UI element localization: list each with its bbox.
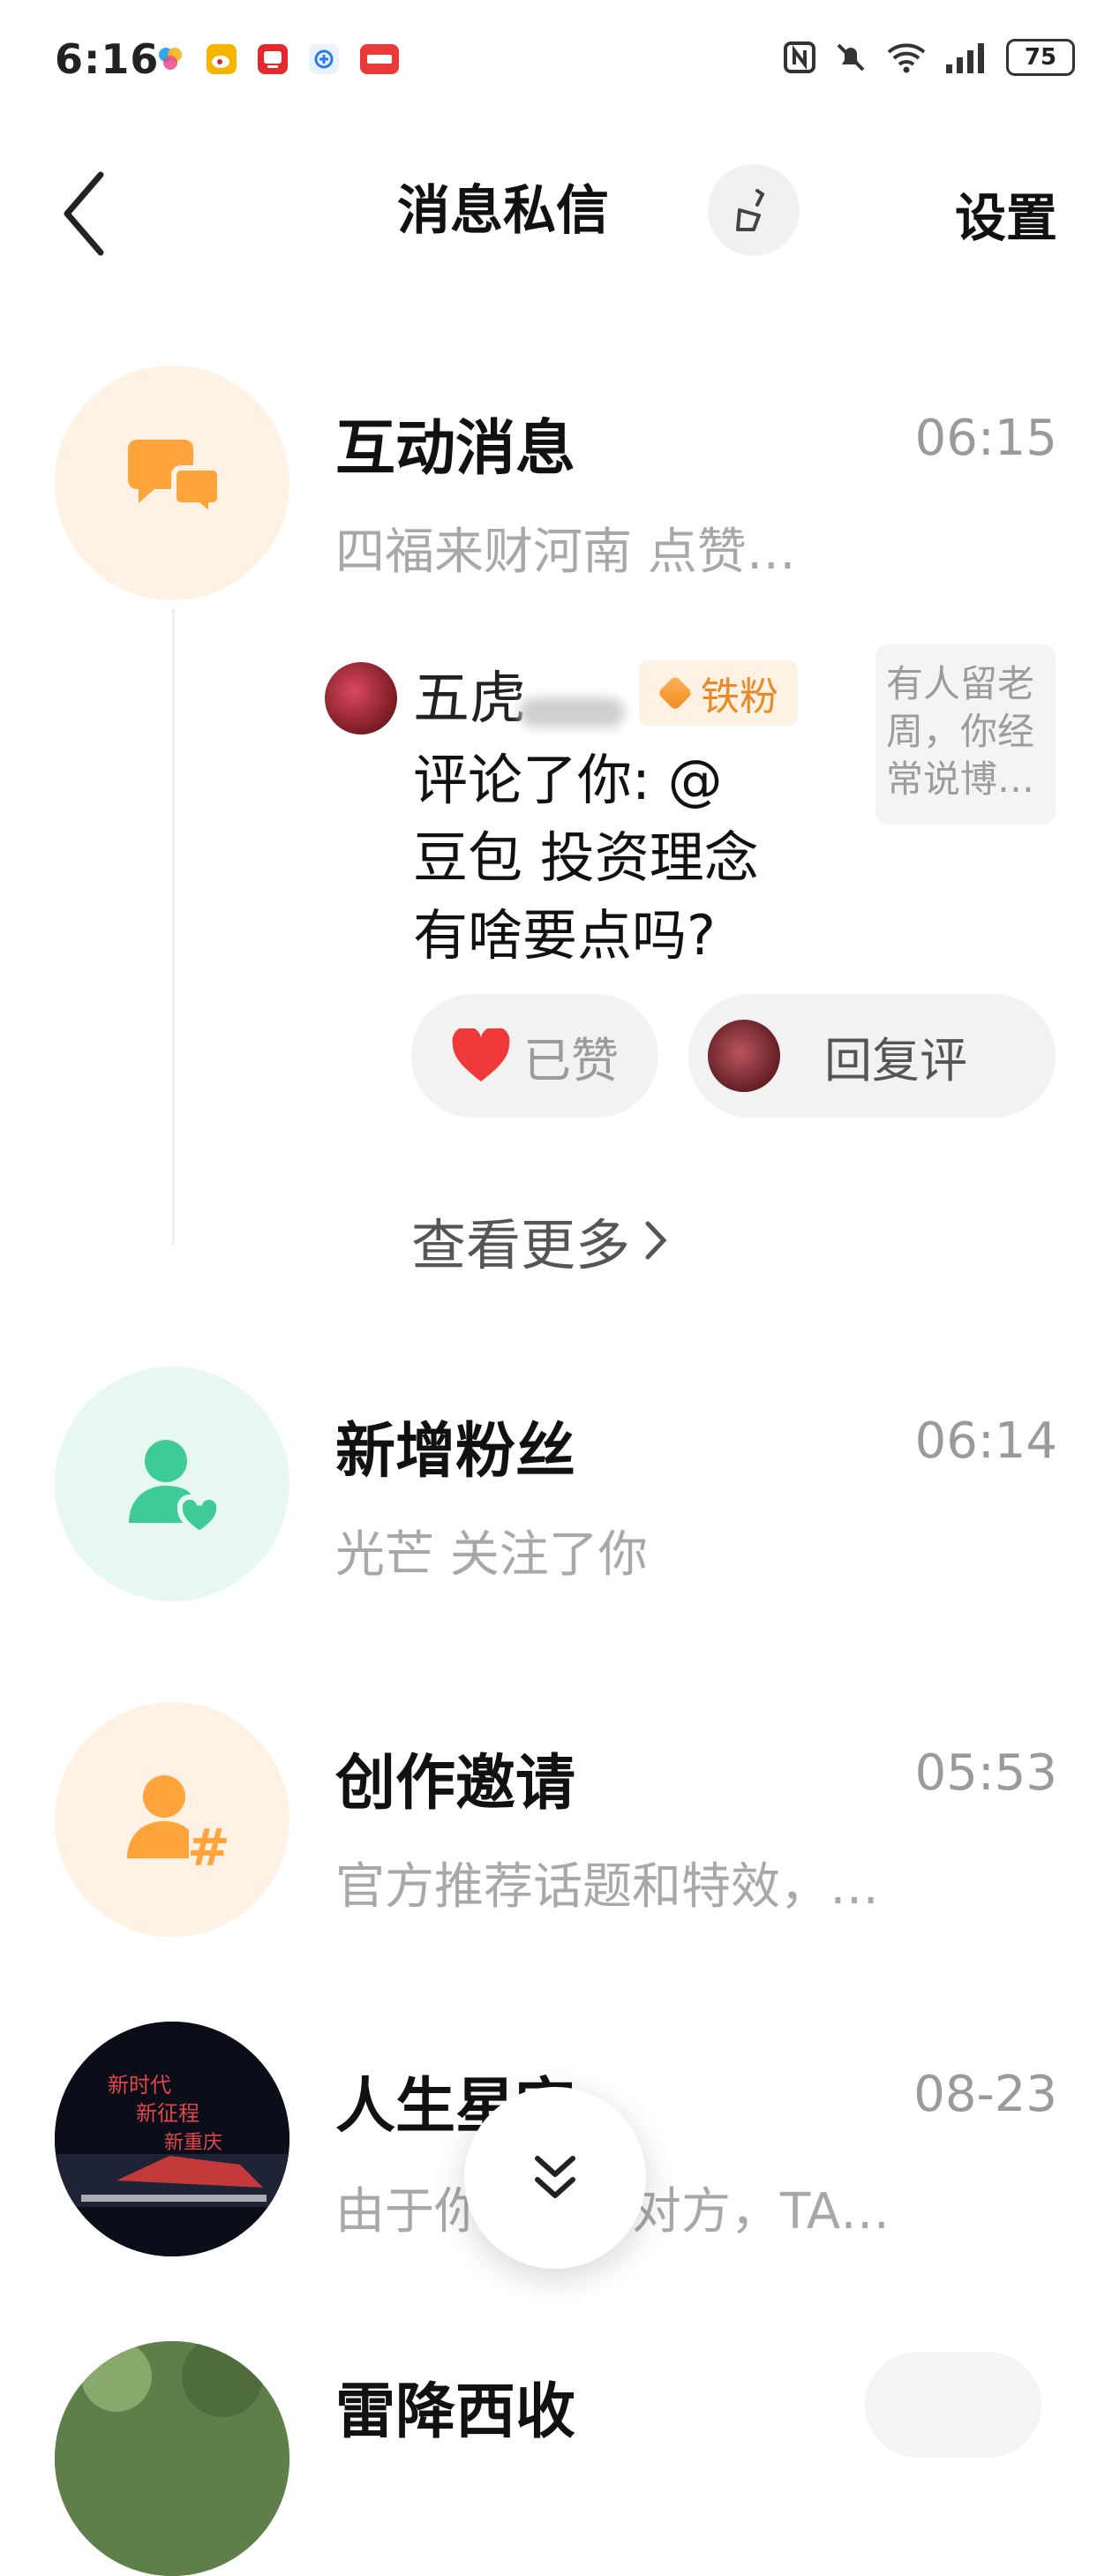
comment-text[interactable]: 评论了你: @ 豆包 投资理念 有啥要点吗? <box>413 742 837 975</box>
fan-badge-label: 铁粉 <box>701 674 778 719</box>
creation-invite-title[interactable]: 创作邀请 <box>335 1734 575 1821</box>
conversation-avatar[interactable] <box>55 2341 289 2576</box>
comment-line: 评论了你: @ <box>413 748 723 812</box>
comment-line: 豆包 投资理念 <box>413 825 759 890</box>
chevron-right-icon <box>645 1221 667 1260</box>
toutiao-icon <box>360 44 399 74</box>
reply-button[interactable]: 回复评 <box>688 994 1056 1118</box>
person-heart-icon <box>129 1440 222 1537</box>
see-more-label: 查看更多 <box>411 1213 631 1277</box>
chat-bubbles-icon <box>128 440 222 522</box>
battery-icon: 75 <box>1006 39 1075 76</box>
person-hashtag-icon: # <box>127 1775 229 1872</box>
mute-bell-icon <box>837 43 865 72</box>
thumb-line: 周，你经 <box>886 710 1035 753</box>
interaction-time: 06:15 <box>914 410 1057 467</box>
svg-text:#: # <box>187 1818 229 1872</box>
post-thumbnail[interactable]: 有人留老 周，你经 常说博… <box>875 644 1056 825</box>
nfc-icon <box>784 41 815 73</box>
clean-button[interactable] <box>708 164 800 256</box>
see-more-link[interactable]: 查看更多 <box>411 1201 669 1280</box>
conversation-title[interactable]: 雷降西收 <box>335 2362 575 2450</box>
avatar-text: 新征程 <box>136 2101 199 2126</box>
creation-invite-time: 05:53 <box>914 1744 1057 1802</box>
wifi-icon <box>887 43 926 73</box>
conversation-avatar[interactable]: 新时代 新征程 新重庆 <box>55 2022 289 2256</box>
thumb-line: 有人留老 <box>886 662 1035 705</box>
new-followers-subtitle[interactable]: 光芒 关注了你 <box>335 1515 909 1586</box>
name-blur <box>519 697 625 727</box>
avatar-text: 新重庆 <box>164 2132 222 2154</box>
interaction-title[interactable]: 互动消息 <box>335 399 575 486</box>
broom-icon <box>736 189 765 231</box>
interaction-subtitle[interactable]: 四福来财河南 点赞… <box>335 512 909 584</box>
like-button[interactable]: 已赞 <box>411 994 658 1118</box>
status-time: 6:16 <box>55 35 160 83</box>
heart-icon <box>452 1028 510 1081</box>
comment-line: 有啥要点吗? <box>413 903 716 968</box>
tv-app-icon <box>258 44 288 74</box>
like-label: 已赞 <box>523 1032 619 1088</box>
settings-button[interactable]: 设置 <box>955 177 1057 251</box>
fan-badge: 铁粉 <box>639 660 798 726</box>
creation-invite-avatar[interactable]: # <box>55 1702 289 1937</box>
reply-label: 回复评 <box>824 1032 967 1088</box>
new-followers-time: 06:14 <box>914 1412 1057 1470</box>
city-night-image: 新时代 新征程 新重庆 <box>55 2022 289 2256</box>
signal-icon <box>946 43 984 73</box>
row-action-pill[interactable] <box>865 2352 1041 2458</box>
new-followers-avatar[interactable] <box>55 1367 289 1601</box>
conversation-subtitle[interactable]: 由于你未关注对方，TA… <box>335 2172 1059 2243</box>
scroll-down-button[interactable] <box>464 2087 646 2269</box>
weibo-icon <box>207 44 237 74</box>
my-avatar <box>708 1020 780 1092</box>
browser-icon <box>309 44 339 74</box>
thumb-line: 常说博… <box>886 757 1035 801</box>
interaction-avatar[interactable] <box>55 365 289 600</box>
page-title: 消息私信 <box>397 180 609 242</box>
creation-invite-subtitle[interactable]: 官方推荐话题和特效，… <box>335 1847 1059 1918</box>
commenter-name[interactable]: 五虎 <box>413 653 526 734</box>
diamond-icon <box>657 674 694 712</box>
multicolor-app-icon <box>155 44 185 74</box>
thread-line <box>172 609 175 1245</box>
commenter-avatar[interactable] <box>325 662 397 734</box>
double-chevron-down-icon <box>535 2156 575 2198</box>
avatar-text: 新时代 <box>108 2073 171 2098</box>
nature-image <box>55 2341 289 2576</box>
new-followers-title[interactable]: 新增粉丝 <box>335 1402 575 1489</box>
status-indicators: 75 <box>782 39 1075 76</box>
conversation-time: 08-23 <box>913 2066 1057 2123</box>
